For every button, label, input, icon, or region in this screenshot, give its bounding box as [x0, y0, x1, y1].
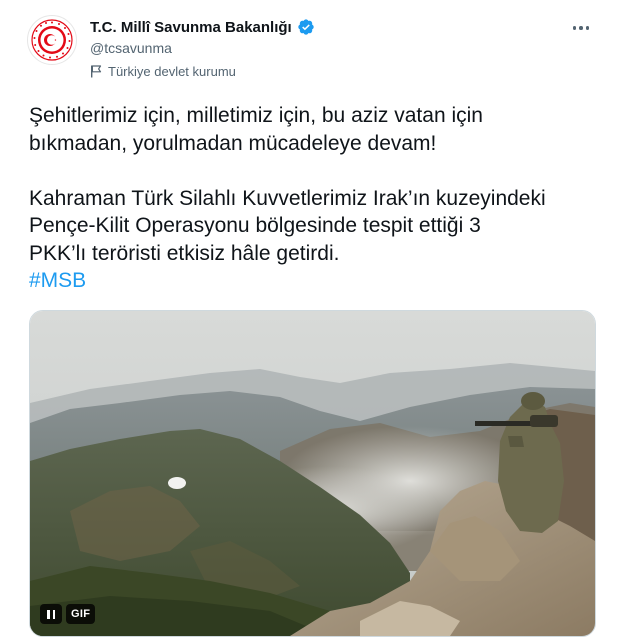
tweet-text: Şehitlerimiz için, milletimiz için, bu a…: [29, 102, 589, 295]
tweet-line: Pençe-Kilit Operasyonu bölgesinde tespit…: [29, 214, 481, 237]
account-name-row: T.C. Millî Savunma Bakanlığı: [90, 18, 315, 36]
gif-controls: GIF: [40, 604, 96, 624]
tweet-line: Kahraman Türk Silahlı Kuvvetlerimiz Irak…: [29, 186, 546, 210]
pause-icon[interactable]: [40, 604, 62, 624]
verified-badge-icon: [298, 19, 314, 35]
avatar[interactable]: [27, 15, 77, 65]
government-label[interactable]: Türkiye devlet kurumu: [90, 64, 236, 79]
hashtag-link[interactable]: #MSB: [29, 269, 86, 292]
account-handle[interactable]: @tcsavunma: [90, 40, 172, 56]
mountain-scene-image: [30, 311, 595, 636]
gif-badge: GIF: [66, 604, 96, 624]
tweet-line: bıkmadan, yorulmadan mücadeleye devam!: [29, 131, 437, 155]
tweet-line: Şehitlerimiz için, milletimiz için, bu a…: [29, 104, 483, 127]
display-name[interactable]: T.C. Millî Savunma Bakanlığı: [90, 19, 292, 36]
government-label-text: Türkiye devlet kurumu: [108, 64, 236, 79]
media-gif[interactable]: GIF: [29, 310, 596, 637]
more-options-icon[interactable]: [566, 17, 596, 39]
tweet-card: T.C. Millî Savunma Bakanlığı @tcsavunma …: [0, 0, 618, 644]
tweet-line: PKK’lı teröristi etkisiz hâle getirdi.: [29, 241, 340, 265]
flag-icon: [91, 65, 102, 78]
msb-logo-icon: [31, 19, 73, 61]
